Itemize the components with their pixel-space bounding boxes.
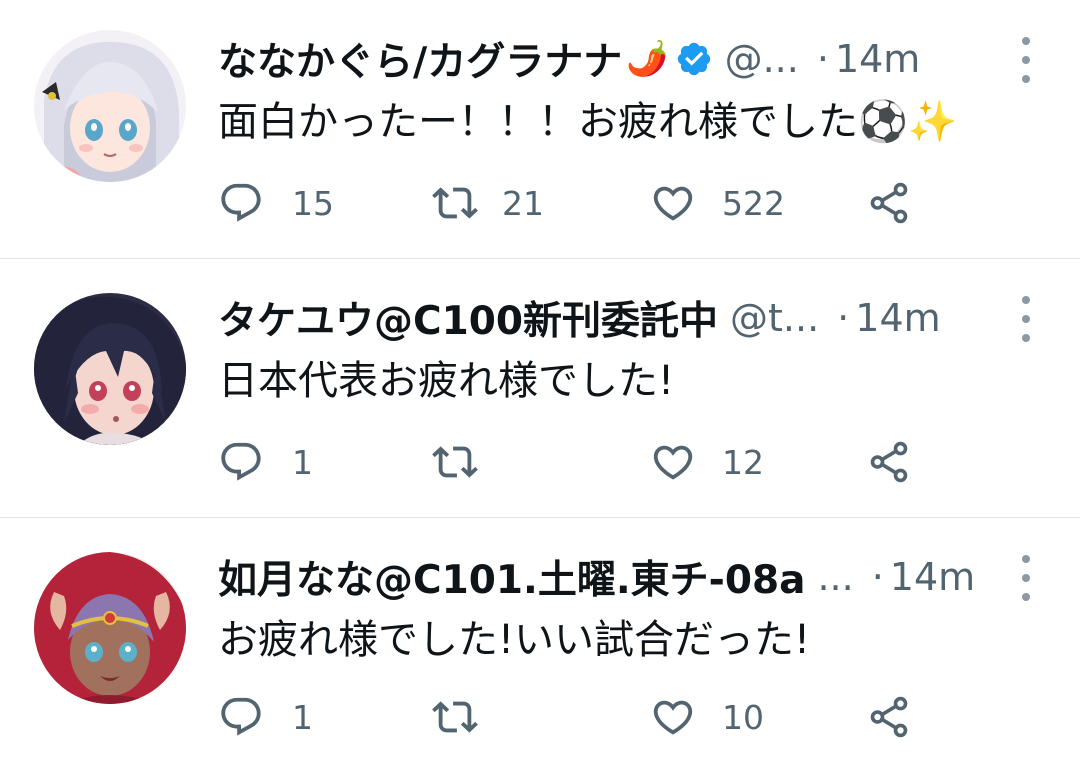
tweet-text: 面白かったー！！！お疲れ様でした⚽✨ — [218, 99, 958, 145]
tweet-actions: 15 21 522 — [218, 178, 938, 228]
retweet-button[interactable] — [432, 692, 502, 742]
timestamp[interactable]: 14m — [855, 296, 940, 340]
display-name[interactable]: タケユウ@C100新刊委託中 — [218, 291, 718, 345]
like-count: 10 — [722, 697, 764, 737]
reply-icon — [218, 694, 264, 740]
like-count: 522 — [722, 183, 785, 223]
avatar[interactable] — [34, 30, 186, 182]
tweet-text: 日本代表お疲れ様でした! — [218, 358, 675, 404]
avatar[interactable] — [34, 293, 186, 445]
tweet[interactable]: ななかぐら/カグラナナ 🌶️ @... · 14m 面白かったー！！！お疲れ様で… — [0, 0, 1080, 258]
like-icon — [650, 439, 696, 485]
display-name[interactable]: 如月なな@C101.土曜.東チ-08a — [218, 550, 805, 604]
reply-icon — [218, 180, 264, 226]
share-button[interactable] — [866, 692, 912, 742]
tweet-header: タケユウ@C100新刊委託中 @t... · 14m — [218, 291, 992, 345]
handle[interactable]: @t... — [730, 296, 819, 340]
retweet-icon — [432, 694, 478, 740]
more-icon[interactable] — [1020, 296, 1032, 342]
reply-button[interactable]: 15 — [218, 178, 334, 228]
tweet-actions: 1 10 — [218, 692, 938, 742]
timestamp[interactable]: 14m — [835, 37, 920, 81]
retweet-button[interactable]: 21 — [432, 178, 544, 228]
share-icon — [866, 694, 912, 740]
retweet-icon — [432, 439, 478, 485]
tweet-actions: 1 12 — [218, 437, 938, 487]
reply-button[interactable]: 1 — [218, 437, 313, 487]
like-icon — [650, 694, 696, 740]
timeline: ななかぐら/カグラナナ 🌶️ @... · 14m 面白かったー！！！お疲れ様で… — [0, 0, 1080, 770]
retweet-icon — [432, 180, 478, 226]
more-icon[interactable] — [1020, 37, 1032, 83]
share-icon — [866, 180, 912, 226]
retweet-button[interactable] — [432, 437, 502, 487]
reply-count: 1 — [292, 442, 313, 482]
timestamp[interactable]: 14m — [890, 555, 975, 599]
display-name[interactable]: ななかぐら/カグラナナ — [218, 32, 622, 86]
handle[interactable]: ... — [817, 555, 853, 599]
separator: · — [816, 37, 829, 81]
tweet-header: 如月なな@C101.土曜.東チ-08a ... · 14m — [218, 550, 992, 604]
separator: · — [837, 296, 850, 340]
like-button[interactable]: 522 — [650, 178, 785, 228]
more-icon[interactable] — [1020, 555, 1032, 601]
like-button[interactable]: 10 — [650, 692, 764, 742]
reply-count: 1 — [292, 697, 313, 737]
tweet[interactable]: 如月なな@C101.土曜.東チ-08a ... · 14m お疲れ様でした!いい… — [0, 518, 1080, 770]
tweet[interactable]: タケユウ@C100新刊委託中 @t... · 14m 日本代表お疲れ様でした! … — [0, 259, 1080, 517]
chili-pepper-emoji: 🌶️ — [626, 39, 669, 79]
share-button[interactable] — [866, 178, 912, 228]
retweet-count: 21 — [502, 183, 544, 223]
tweet-header: ななかぐら/カグラナナ 🌶️ @... · 14m — [218, 32, 992, 86]
avatar[interactable] — [34, 552, 186, 704]
handle[interactable]: @... — [725, 37, 799, 81]
reply-icon — [218, 439, 264, 485]
verified-badge-icon — [675, 40, 713, 78]
share-icon — [866, 439, 912, 485]
like-count: 12 — [722, 442, 764, 482]
like-button[interactable]: 12 — [650, 437, 764, 487]
like-icon — [650, 180, 696, 226]
reply-count: 15 — [292, 183, 334, 223]
share-button[interactable] — [866, 437, 912, 487]
separator: · — [871, 555, 884, 599]
reply-button[interactable]: 1 — [218, 692, 313, 742]
tweet-text: お疲れ様でした!いい試合だった! — [218, 617, 811, 663]
